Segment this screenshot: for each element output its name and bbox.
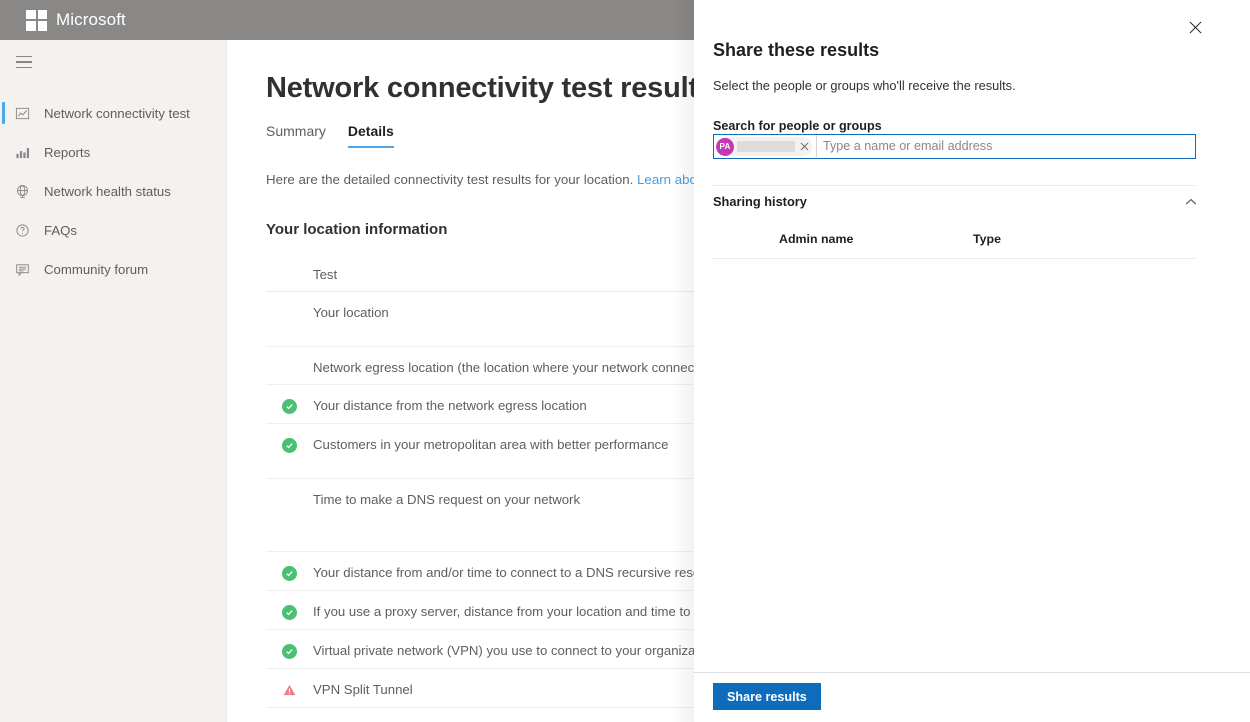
question-circle-icon xyxy=(0,223,44,238)
sidebar-nav-list: Network connectivity test Reports Networ… xyxy=(0,94,226,289)
chart-image-icon xyxy=(0,106,44,121)
row-label: Time to make a DNS request on your netwo… xyxy=(313,492,581,507)
success-check-icon xyxy=(282,399,297,414)
sidebar-item-label: Reports xyxy=(44,145,91,160)
active-indicator-bar xyxy=(2,258,5,280)
token-name-redacted xyxy=(737,141,795,152)
avatar: PA xyxy=(716,137,734,156)
bar-chart-icon xyxy=(0,145,44,160)
row-status-icon xyxy=(266,305,313,306)
row-label: Your distance from and/or time to connec… xyxy=(313,565,722,580)
active-indicator-bar xyxy=(2,102,5,124)
page-description-text: Here are the detailed connectivity test … xyxy=(266,172,634,187)
sidebar-item-label: FAQs xyxy=(44,223,77,238)
sidebar-item-community-forum[interactable]: Community forum xyxy=(0,250,226,289)
sidebar-item-faqs[interactable]: FAQs xyxy=(0,211,226,250)
divider xyxy=(713,185,1196,186)
sidebar: Network connectivity test Reports Networ… xyxy=(0,40,227,722)
row-status-icon-warning xyxy=(266,682,313,701)
row-label: VPN Split Tunnel xyxy=(313,682,413,697)
close-icon[interactable] xyxy=(1182,14,1208,40)
row-label: Customers in your metropolitan area with… xyxy=(313,437,669,452)
tab-details[interactable]: Details xyxy=(347,123,394,148)
active-indicator-bar xyxy=(2,180,5,202)
search-input[interactable] xyxy=(816,136,1193,157)
sidebar-item-label: Network health status xyxy=(44,184,171,199)
row-label: If you use a proxy server, distance from… xyxy=(313,604,741,619)
active-indicator-bar xyxy=(2,219,5,241)
success-check-icon xyxy=(282,605,297,620)
row-status-icon-success xyxy=(266,398,313,414)
chevron-up-icon[interactable] xyxy=(1180,192,1202,212)
panel-footer-divider xyxy=(694,672,1250,673)
hamburger-menu-icon[interactable] xyxy=(0,42,48,82)
share-results-button[interactable]: Share results xyxy=(713,683,821,710)
active-indicator-bar xyxy=(2,141,5,163)
table-header-status-cell xyxy=(266,267,313,268)
share-results-panel: Share these results Select the people or… xyxy=(694,0,1250,722)
search-field-label: Search for people or groups xyxy=(713,119,882,133)
row-label: Virtual private network (VPN) you use to… xyxy=(313,643,717,658)
selected-person-token[interactable]: PA xyxy=(716,137,812,156)
success-check-icon xyxy=(282,644,297,659)
row-label: Your distance from the network egress lo… xyxy=(313,398,587,413)
history-column-type: Type xyxy=(973,232,1001,246)
row-status-icon xyxy=(266,360,313,361)
sharing-history-header-row: Admin name Type xyxy=(713,232,1196,246)
sidebar-item-label: Community forum xyxy=(44,262,149,277)
table-header-test: Test xyxy=(313,267,338,282)
sidebar-item-network-connectivity-test[interactable]: Network connectivity test xyxy=(0,94,226,133)
panel-subtitle: Select the people or groups who'll recei… xyxy=(713,78,1016,93)
microsoft-brand[interactable]: Microsoft xyxy=(26,9,126,31)
sidebar-item-label: Network connectivity test xyxy=(44,106,190,121)
panel-title: Share these results xyxy=(713,40,880,60)
divider xyxy=(713,258,1196,259)
row-label: Your location xyxy=(313,305,389,320)
row-status-icon-success xyxy=(266,604,313,620)
success-check-icon xyxy=(282,566,297,581)
row-status-icon-success xyxy=(266,643,313,659)
success-check-icon xyxy=(282,438,297,453)
tab-summary[interactable]: Summary xyxy=(266,123,326,148)
history-column-admin-name: Admin name xyxy=(779,232,854,246)
row-status-icon xyxy=(266,492,313,493)
sharing-history-title: Sharing history xyxy=(713,194,807,209)
sidebar-item-reports[interactable]: Reports xyxy=(0,133,226,172)
people-picker[interactable]: PA xyxy=(713,134,1196,159)
row-status-icon-success xyxy=(266,437,313,453)
row-label: Network egress location (the location wh… xyxy=(313,360,745,375)
remove-token-close-icon[interactable] xyxy=(798,142,810,151)
microsoft-logo-icon xyxy=(26,9,47,31)
warning-triangle-icon xyxy=(283,683,296,701)
comment-icon xyxy=(0,262,44,277)
sidebar-item-network-health-status[interactable]: Network health status xyxy=(0,172,226,211)
row-status-icon-success xyxy=(266,565,313,581)
microsoft-wordmark: Microsoft xyxy=(56,10,126,29)
globe-icon xyxy=(0,184,44,199)
app-root: Microsoft Network connectivity test Repo… xyxy=(0,0,1250,722)
